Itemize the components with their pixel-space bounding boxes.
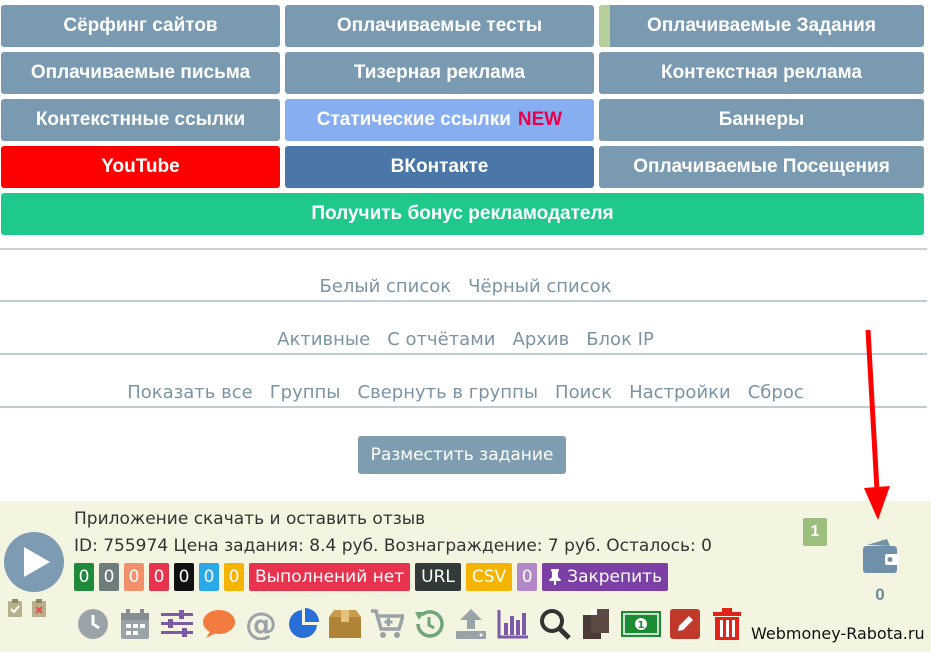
link-show-all[interactable]: Показать все <box>127 382 252 403</box>
trash-icon[interactable] <box>709 606 745 642</box>
nav-label: YouTube <box>101 156 180 177</box>
active-stripe <box>599 5 610 47</box>
calendar-icon[interactable] <box>117 606 153 642</box>
nav-label: Сёрфинг сайтов <box>63 15 218 36</box>
link-white-list[interactable]: Белый список <box>319 276 451 297</box>
at-icon[interactable]: @ <box>243 606 279 642</box>
bonus-button[interactable]: Получить бонус рекламодателя <box>1 193 924 235</box>
play-button[interactable] <box>4 532 64 592</box>
counter-badge[interactable]: 0 <box>74 563 94 591</box>
nav-label: ВКонтакте <box>390 156 489 177</box>
link-with-reports[interactable]: С отчётами <box>387 329 495 350</box>
link-collapse-groups[interactable]: Свернуть в группы <box>358 382 539 403</box>
pin-button[interactable]: Закрепить <box>542 563 669 591</box>
nav-paid-tasks[interactable]: Оплачиваемые Задания <box>599 5 924 47</box>
task-title[interactable]: Приложение скачать и оставить отзыв <box>74 509 425 529</box>
wallet-icon[interactable] <box>861 537 901 582</box>
task-badges: 0 0 0 0 0 0 0 Выполнений нет URL CSV 0 З… <box>74 563 669 591</box>
comment-icon[interactable] <box>201 606 237 642</box>
nav-label: Тизерная реклама <box>353 62 526 83</box>
counter-badge[interactable]: 0 <box>224 563 244 591</box>
clipboard-x-icon[interactable] <box>30 598 48 618</box>
nav-label: Оплачиваемые Задания <box>647 15 876 36</box>
clipboard-check-icon[interactable] <box>6 598 24 618</box>
link-active[interactable]: Активные <box>277 329 370 350</box>
money-icon[interactable]: 1 <box>621 606 661 642</box>
nav-banners[interactable]: Баннеры <box>599 99 924 141</box>
task-toolbar: @ 1 <box>75 606 745 642</box>
nav-teaser-ads[interactable]: Тизерная реклама <box>285 52 594 94</box>
svg-text:@: @ <box>245 608 277 640</box>
link-archive[interactable]: Архив <box>513 329 570 350</box>
counter-badge[interactable]: 0 <box>99 563 119 591</box>
box-icon[interactable] <box>327 606 363 642</box>
link-groups[interactable]: Группы <box>270 382 341 403</box>
nav-label: Баннеры <box>718 109 805 130</box>
link-search[interactable]: Поиск <box>555 382 612 403</box>
nav-label: Оплачиваемые тесты <box>336 15 543 36</box>
nav-vkontakte[interactable]: ВКонтакте <box>285 146 594 188</box>
lists-row: Белый список Чёрный список <box>0 276 931 297</box>
counter-badge[interactable]: 0 <box>199 563 219 591</box>
new-badge: NEW <box>517 109 563 130</box>
watermark: Webmoney-Rabota.ru <box>751 624 925 643</box>
divider <box>0 300 927 302</box>
play-icon <box>24 547 50 577</box>
link-black-list[interactable]: Чёрный список <box>468 276 611 297</box>
upload-icon[interactable] <box>453 606 489 642</box>
search-icon[interactable] <box>537 606 573 642</box>
cart-icon[interactable] <box>369 606 405 642</box>
counter-badge[interactable]: 0 <box>124 563 144 591</box>
pin-icon <box>549 569 562 585</box>
actions-row: Показать все Группы Свернуть в группы По… <box>0 382 931 403</box>
mini-icons <box>6 598 48 618</box>
pin-label: Закрепить <box>567 567 663 587</box>
clock-icon[interactable] <box>75 606 111 642</box>
nav-context-ads[interactable]: Контекстная реклама <box>599 52 924 94</box>
divider <box>0 353 927 355</box>
nav-context-links[interactable]: Контекстнные ссылки <box>1 99 280 141</box>
svg-text:1: 1 <box>638 620 645 631</box>
nav-label: Оплачиваемые письма <box>30 62 251 83</box>
place-task-button[interactable]: Разместить задание <box>358 436 566 474</box>
nav-paid-tests[interactable]: Оплачиваемые тесты <box>285 5 594 47</box>
nav-static-links[interactable]: Статические ссылки NEW <box>285 99 594 141</box>
url-badge[interactable]: URL <box>415 563 461 591</box>
count-badge: 1 <box>803 518 827 546</box>
link-settings[interactable]: Настройки <box>629 382 731 403</box>
link-reset[interactable]: Сброс <box>748 382 804 403</box>
zero-badge[interactable]: 0 <box>517 563 538 591</box>
annotation-arrow-icon <box>864 330 890 520</box>
csv-badge[interactable]: CSV <box>465 563 513 591</box>
nav-label: Статические ссылки <box>316 109 511 130</box>
counter-badge[interactable]: 0 <box>149 563 169 591</box>
link-block-ip[interactable]: Блок IP <box>586 329 654 350</box>
wallet-count: 0 <box>875 585 885 604</box>
nav-label: Оплачиваемые Посещения <box>633 156 890 177</box>
counter-badge[interactable]: 0 <box>174 563 194 591</box>
nav-paid-letters[interactable]: Оплачиваемые письма <box>1 52 280 94</box>
nav-paid-visits[interactable]: Оплачиваемые Посещения <box>599 146 924 188</box>
history-icon[interactable] <box>411 606 447 642</box>
sliders-icon[interactable] <box>159 606 195 642</box>
nav-surfing[interactable]: Сёрфинг сайтов <box>1 5 280 47</box>
no-completions-badge[interactable]: Выполнений нет <box>249 563 411 591</box>
divider <box>0 248 927 250</box>
filters-row: Активные С отчётами Архив Блок IP <box>0 329 931 350</box>
pie-chart-icon[interactable] <box>285 606 321 642</box>
divider <box>0 406 927 408</box>
edit-icon[interactable] <box>667 606 703 642</box>
nav-youtube[interactable]: YouTube <box>1 146 280 188</box>
nav-label: Контекстная реклама <box>660 62 862 83</box>
task-info: ID: 755974 Цена задания: 8.4 руб. Вознаг… <box>74 536 712 556</box>
bonus-label: Получить бонус рекламодателя <box>311 203 614 224</box>
nav-label: Контекстнные ссылки <box>35 109 246 130</box>
bar-chart-icon[interactable] <box>495 606 531 642</box>
copy-icon[interactable] <box>579 606 615 642</box>
